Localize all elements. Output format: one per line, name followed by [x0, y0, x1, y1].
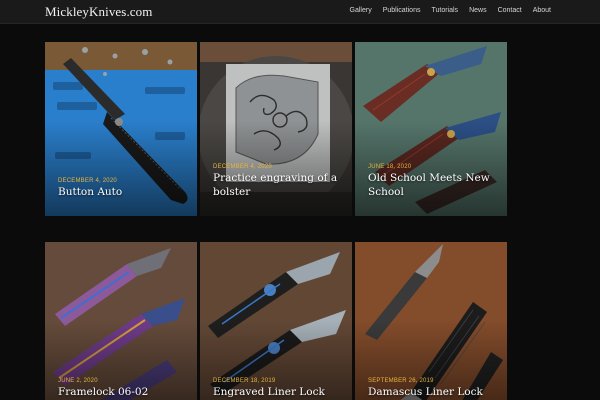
- post-title[interactable]: Old School Meets New School: [368, 171, 499, 199]
- card-overlay: [355, 242, 507, 400]
- post-title[interactable]: Framelock 06-02: [58, 385, 189, 399]
- post-title[interactable]: Button Auto: [58, 185, 189, 199]
- post-date: DECEMBER 18, 2019: [213, 378, 276, 384]
- site-logo-link[interactable]: MickleyKnives.com: [45, 4, 152, 20]
- post-title[interactable]: Practice engraving of a bolster: [213, 171, 344, 199]
- site-header: MickleyKnives.com Gallery Publications T…: [0, 0, 600, 24]
- main-nav: Gallery Publications Tutorials News Cont…: [339, 7, 551, 14]
- post-card-button-auto[interactable]: DECEMBER 4, 2020 Button Auto: [45, 42, 197, 216]
- post-card-damascus-liner-lock[interactable]: SEPTEMBER 26, 2019 Damascus Liner Lock: [355, 242, 507, 400]
- post-date: JUNE 18, 2020: [368, 164, 412, 170]
- post-date: JUNE 2, 2020: [58, 378, 98, 384]
- post-card-framelock[interactable]: JUNE 2, 2020 Framelock 06-02: [45, 242, 197, 400]
- card-overlay: [200, 242, 352, 400]
- nav-tutorials[interactable]: Tutorials: [431, 7, 458, 14]
- post-card-engraved-liner-lock[interactable]: DECEMBER 18, 2019 Engraved Liner Lock: [200, 242, 352, 400]
- post-date: SEPTEMBER 26, 2019: [368, 378, 434, 384]
- nav-contact[interactable]: Contact: [498, 7, 522, 14]
- nav-gallery[interactable]: Gallery: [350, 7, 372, 14]
- card-overlay: [45, 242, 197, 400]
- post-card-old-school[interactable]: JUNE 18, 2020 Old School Meets New Schoo…: [355, 42, 507, 216]
- post-date: DECEMBER 4, 2020: [213, 164, 272, 170]
- post-card-practice-engraving[interactable]: DECEMBER 4, 2020 Practice engraving of a…: [200, 42, 352, 216]
- nav-news[interactable]: News: [469, 7, 487, 14]
- nav-publications[interactable]: Publications: [383, 7, 421, 14]
- post-title[interactable]: Engraved Liner Lock: [213, 385, 344, 399]
- post-title[interactable]: Damascus Liner Lock: [368, 385, 499, 399]
- post-date: DECEMBER 4, 2020: [58, 178, 117, 184]
- nav-about[interactable]: About: [533, 7, 551, 14]
